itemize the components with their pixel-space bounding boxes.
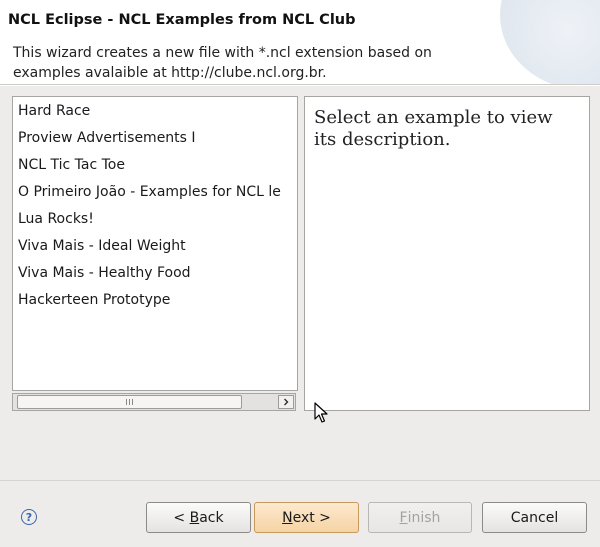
- help-icon[interactable]: ?: [21, 509, 37, 525]
- next-mnemonic: N: [282, 509, 293, 526]
- example-description-text: Select an example to view its descriptio…: [314, 107, 553, 150]
- horizontal-scrollbar[interactable]: [12, 393, 296, 411]
- list-item[interactable]: NCL Tic Tac Toe: [13, 152, 297, 179]
- scrollbar-thumb[interactable]: [17, 395, 242, 409]
- next-label: ext >: [292, 509, 331, 526]
- list-item[interactable]: Hackerteen Prototype: [13, 287, 297, 314]
- footer-separator: [0, 480, 600, 481]
- mouse-pointer-icon: [314, 402, 328, 428]
- back-button[interactable]: < Back: [146, 502, 251, 533]
- list-item[interactable]: Viva Mais - Ideal Weight: [13, 233, 297, 260]
- back-mnemonic: B: [189, 509, 200, 526]
- cancel-button[interactable]: Cancel: [482, 502, 587, 533]
- next-button[interactable]: Next >: [254, 502, 359, 533]
- back-label: ack: [199, 509, 224, 526]
- list-item[interactable]: Viva Mais - Healthy Food: [13, 260, 297, 287]
- finish-button[interactable]: Finish: [368, 502, 472, 533]
- examples-list[interactable]: Hard Race Proview Advertisements I NCL T…: [12, 96, 298, 391]
- list-item[interactable]: Proview Advertisements I: [13, 125, 297, 152]
- list-item[interactable]: Hard Race: [13, 98, 297, 125]
- wizard-title: NCL Eclipse - NCL Examples from NCL Club: [8, 12, 356, 28]
- finish-mnemonic: F: [399, 509, 408, 526]
- wizard-description: This wizard creates a new file with *.nc…: [13, 45, 432, 81]
- header-decoration: [500, 0, 600, 84]
- wizard-header: NCL Eclipse - NCL Examples from NCL Club…: [0, 0, 600, 84]
- scroll-right-icon[interactable]: [278, 395, 294, 409]
- list-item[interactable]: Lua Rocks!: [13, 206, 297, 233]
- list-item[interactable]: O Primeiro João - Examples for NCL le: [13, 179, 297, 206]
- header-separator-highlight: [0, 85, 600, 86]
- back-prefix: <: [173, 509, 190, 526]
- example-description-panel: Select an example to view its descriptio…: [304, 96, 590, 411]
- finish-label: inish: [407, 509, 441, 526]
